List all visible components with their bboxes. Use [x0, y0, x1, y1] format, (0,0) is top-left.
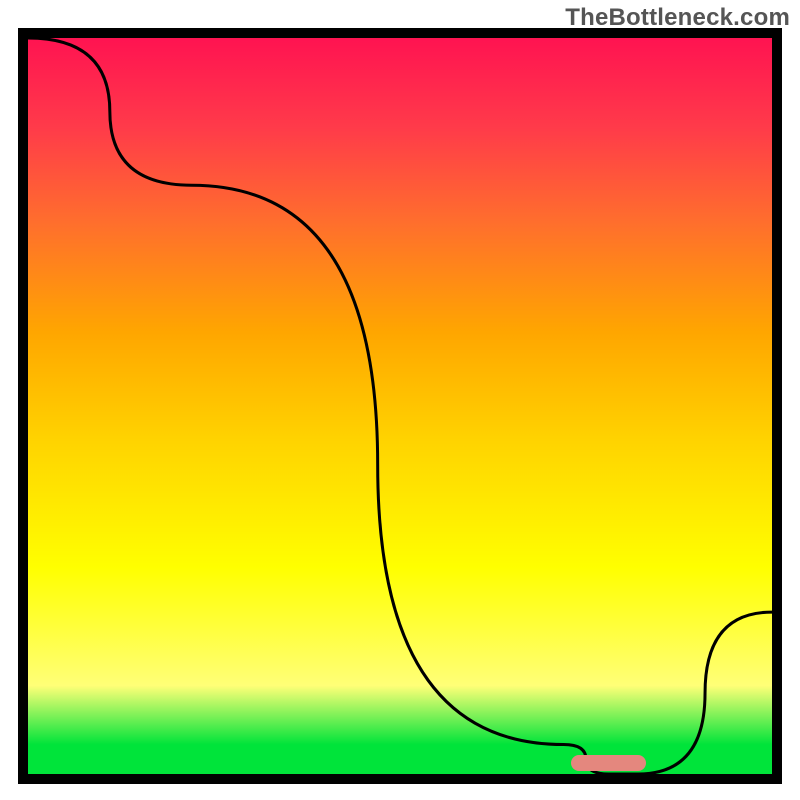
optimal-range-marker [571, 755, 645, 771]
curve-path [28, 38, 772, 774]
plot-area [28, 38, 772, 774]
plot-frame [18, 28, 782, 784]
chart-container: TheBottleneck.com [0, 0, 800, 800]
bottleneck-curve [28, 38, 772, 774]
watermark-text: TheBottleneck.com [565, 4, 790, 32]
